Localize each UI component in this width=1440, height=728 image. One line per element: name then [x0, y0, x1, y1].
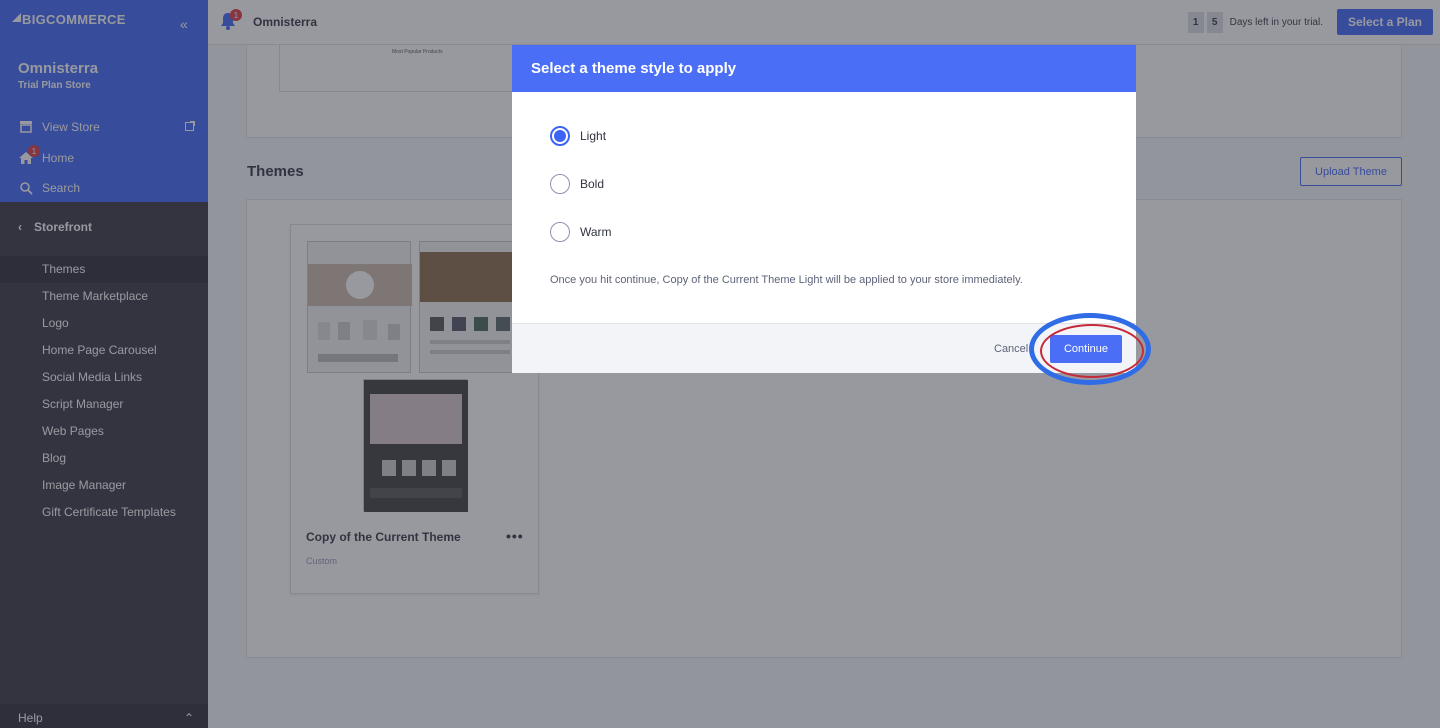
theme-style-dialog: Select a theme style to apply Light Bold… — [512, 45, 1136, 373]
option-label: Bold — [580, 177, 605, 191]
radio-bold[interactable] — [550, 174, 570, 194]
apply-notice: Once you hit continue, Copy of the Curre… — [550, 274, 1023, 286]
dialog-title: Select a theme style to apply — [512, 45, 1136, 92]
radio-warm[interactable] — [550, 222, 570, 242]
annotation-highlight-ring — [1029, 313, 1151, 385]
option-label: Light — [580, 129, 607, 143]
option-label: Warm — [580, 225, 612, 239]
option-warm[interactable]: Warm — [550, 222, 612, 242]
radio-light[interactable] — [550, 126, 570, 146]
option-light[interactable]: Light — [550, 126, 606, 146]
cancel-button[interactable]: Cancel — [994, 343, 1028, 355]
option-bold[interactable]: Bold — [550, 174, 604, 194]
